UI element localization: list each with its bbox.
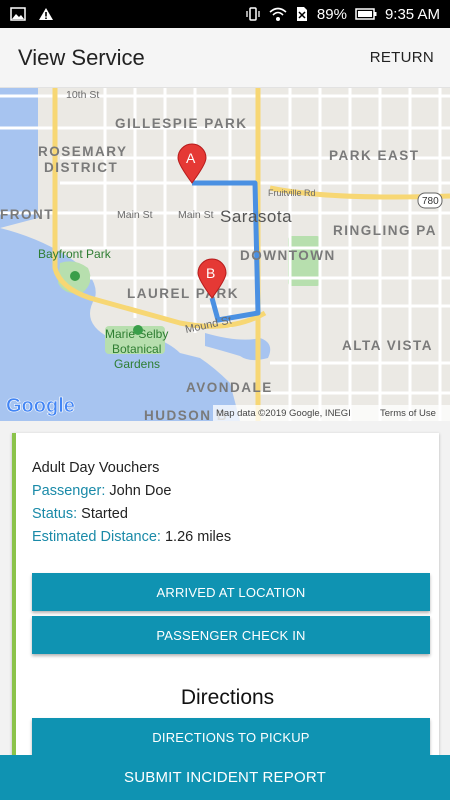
google-logo: Google [6,395,75,417]
svg-text:B: B [206,265,215,281]
terms-of-use-link[interactable]: Terms of Use [380,408,436,419]
map-label-rosemary-2: DISTRICT [44,160,118,175]
status-row: Status: Started [32,503,231,526]
map-label-10th-st: 10th St [66,89,99,101]
directions-to-pickup-button[interactable]: DIRECTIONS TO PICKUP [32,718,430,756]
map-label-selby-2: Botanical [112,342,161,356]
passenger-check-in-button[interactable]: PASSENGER CHECK IN [32,616,430,654]
battery-icon [355,8,377,20]
wifi-icon [269,7,287,21]
map-label-sarasota: Sarasota [220,207,292,226]
svg-text:780: 780 [422,196,439,207]
status-value: Started [81,506,128,522]
service-info: Adult Day Vouchers Passenger: John Doe S… [32,457,231,549]
passenger-value: John Doe [109,483,172,499]
status-bar: 89% 9:35 AM [0,0,450,28]
svg-text:A: A [186,150,196,166]
distance-row: Estimated Distance: 1.26 miles [32,526,231,549]
warning-icon [39,8,53,20]
map-label-alta-vista: ALTA VISTA [342,338,433,353]
distance-value: 1.26 miles [164,529,232,545]
passenger-row: Passenger: John Doe [32,480,231,503]
map-label-main-st-2: Main St [178,209,214,221]
map-label-avondale: AVONDALE [186,380,273,395]
map-view[interactable]: 10th St Fruitville Rd Main St Main St Mo… [0,88,450,421]
map-label-downtown: DOWNTOWN [240,248,336,263]
map-label-rosemary-1: ROSEMARY [38,144,128,159]
map-label-ringling: RINGLING PA [333,223,437,238]
directions-heading: Directions [180,686,275,709]
map-label-bayfront-park: Bayfront Park [38,247,112,261]
route-780-shield: 780 [417,192,443,209]
map-attribution: Map data ©2019 Google, INEGI [216,408,351,419]
map-label-park-east: PARK EAST [329,148,420,163]
service-name: Adult Day Vouchers [32,460,160,476]
passenger-label: Passenger: [32,483,106,499]
app-bar: View Service RETURN [0,28,450,88]
map-label-laurel-park: LAUREL PARK [127,286,239,301]
status-label: Status: [32,506,78,522]
map-label-main-st-1: Main St [117,209,153,221]
clock: 9:35 AM [384,5,440,23]
battery-percent: 89% [316,5,347,23]
arrived-at-location-button[interactable]: ARRIVED AT LOCATION [32,573,430,611]
distance-label: Estimated Distance: [32,529,161,545]
return-button[interactable]: RETURN [370,49,434,66]
map-label-gillespie: GILLESPIE PARK [115,116,248,131]
map-label-fruitville: Fruitville Rd [268,188,316,198]
submit-incident-report-button[interactable]: SUBMIT INCIDENT REPORT [0,755,450,800]
vibrate-icon [246,7,260,21]
image-icon [10,7,26,21]
page-title: View Service [18,44,145,70]
map-label-front: FRONT [0,207,54,222]
no-sim-icon [296,7,307,21]
service-card: Adult Day Vouchers Passenger: John Doe S… [12,433,439,763]
map-label-selby-3: Gardens [114,357,160,371]
